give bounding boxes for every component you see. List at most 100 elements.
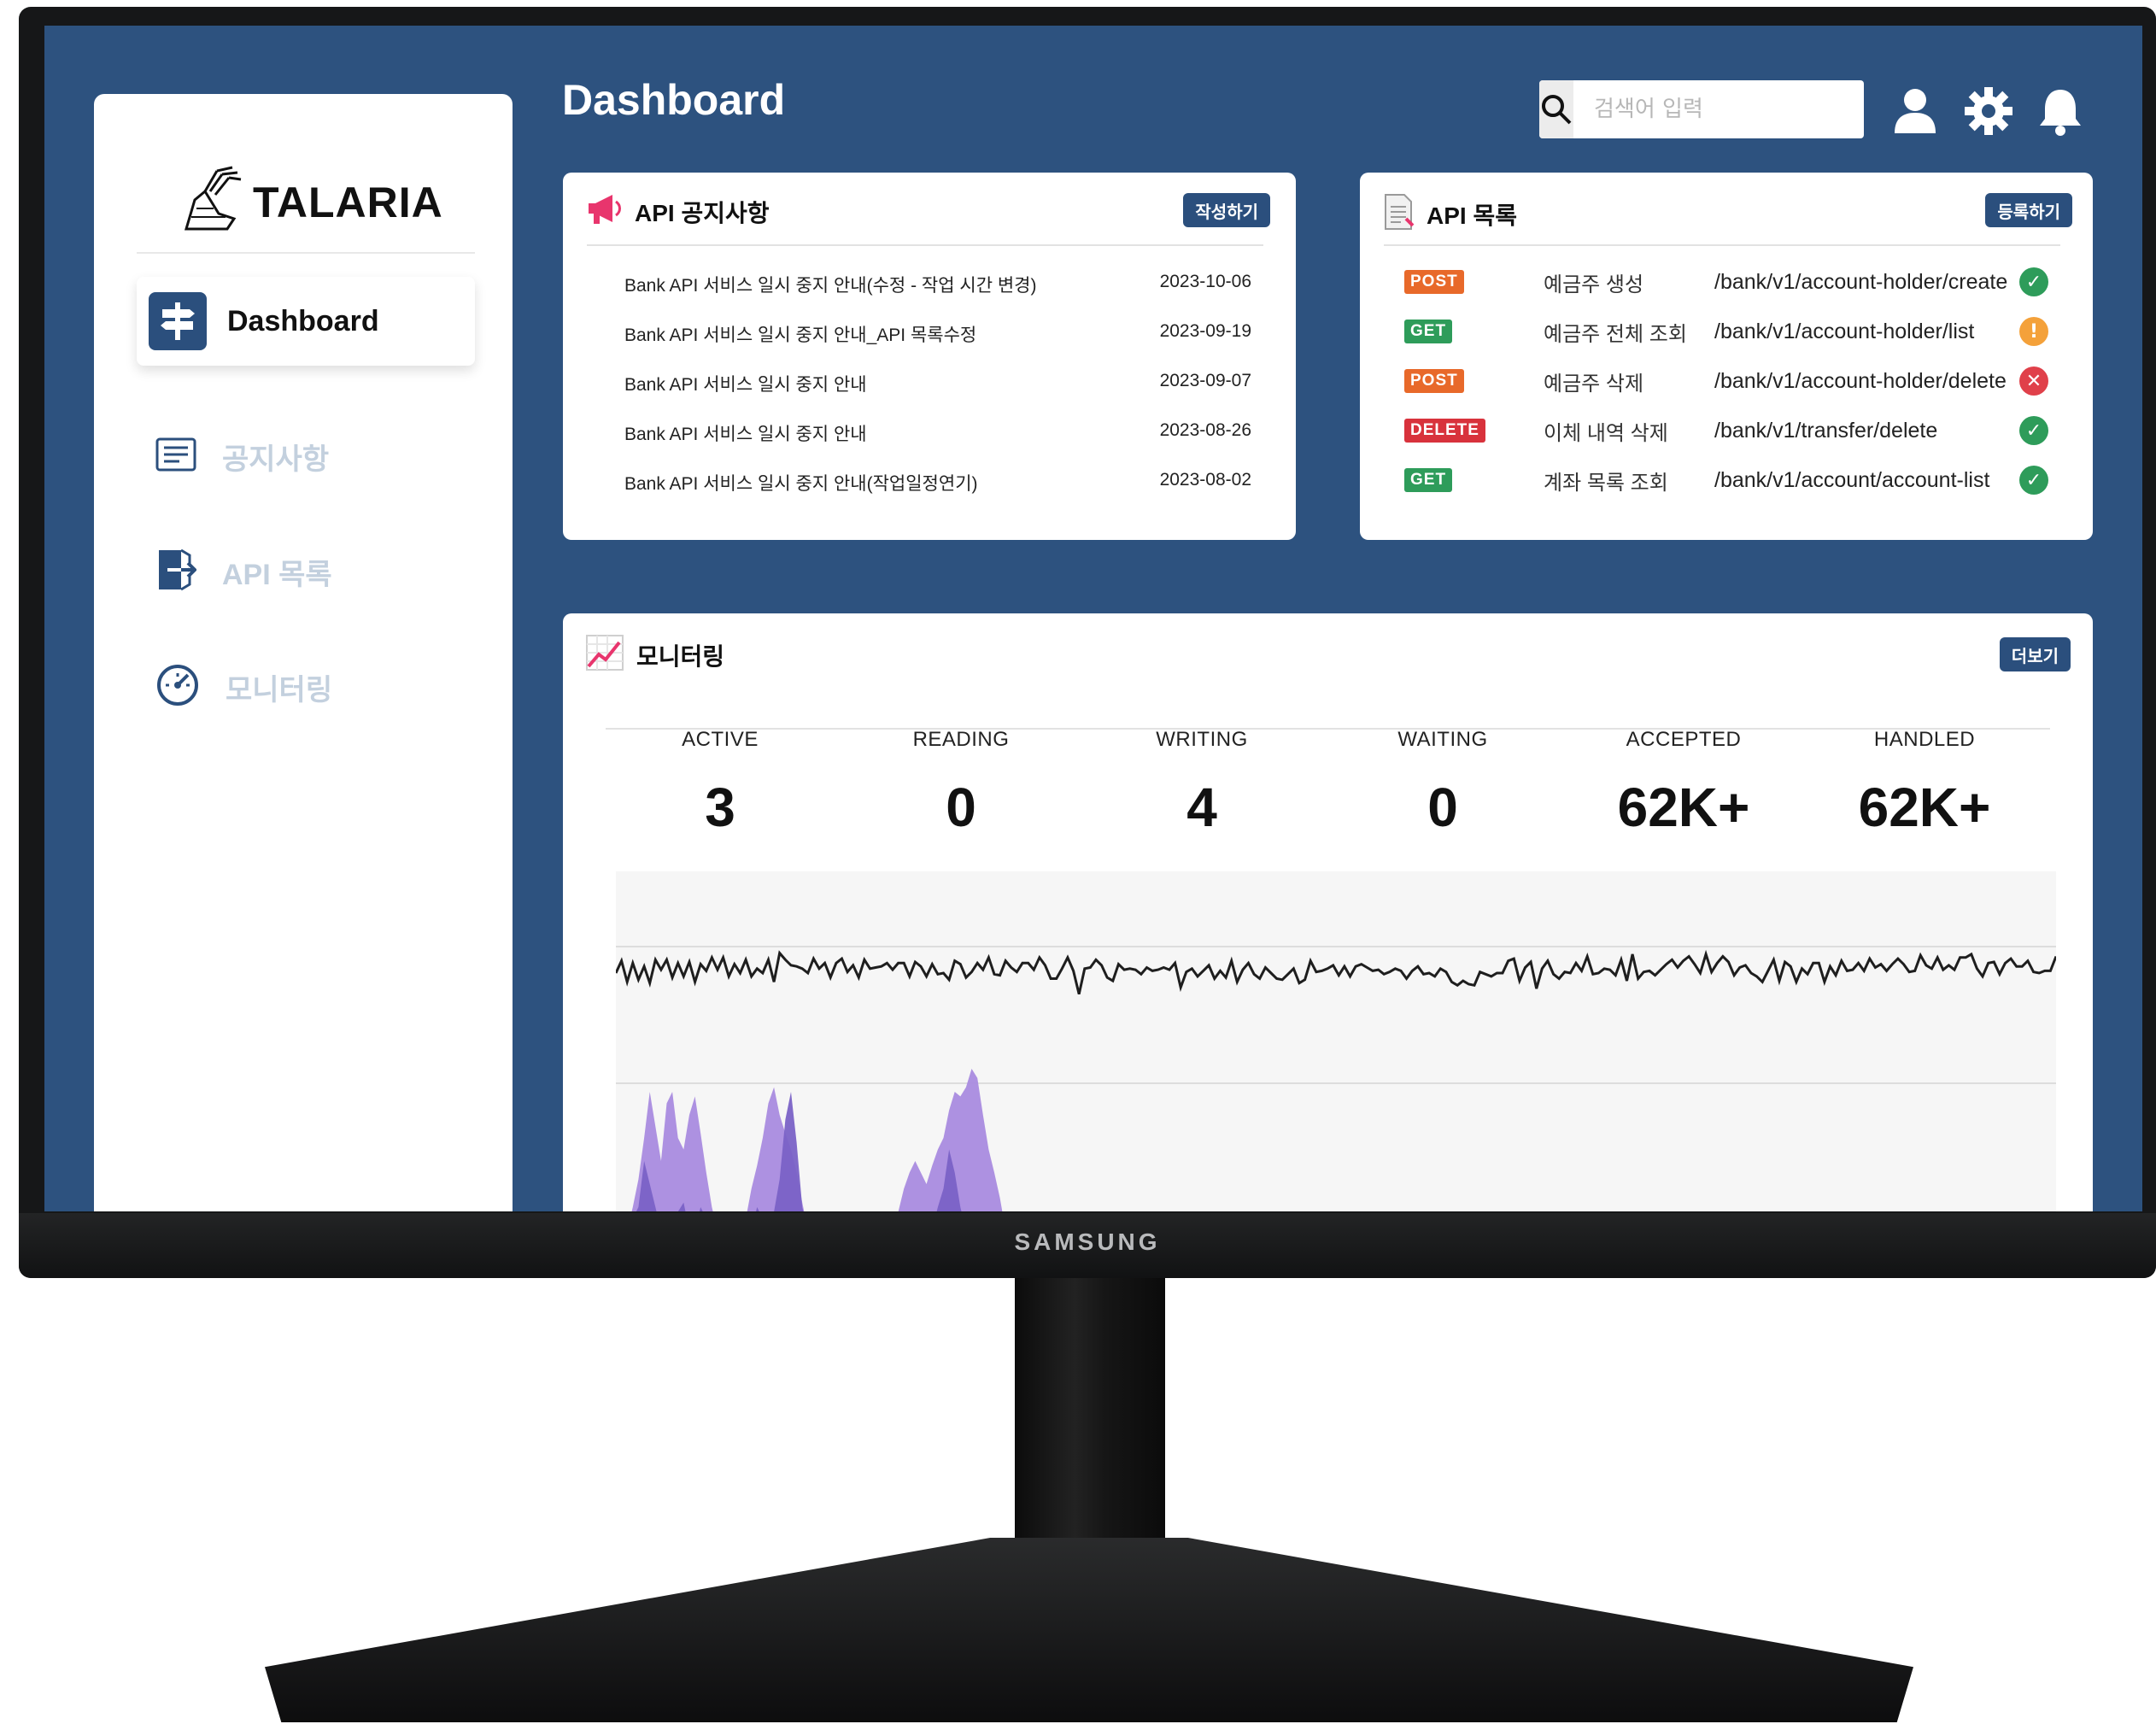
notice-title: Bank API 서비스 일시 중지 안내 [624,425,867,444]
write-notice-button[interactable]: 작성하기 [1183,193,1270,227]
sidebar-item-notices[interactable]: 공지사항 [155,436,329,478]
api-name: 계좌 목록 조회 [1544,471,1668,495]
stat-value: 4 [1186,777,1217,838]
api-name: 예금주 생성 [1544,273,1644,296]
area-series-dark [636,1092,962,1211]
area-series-light [631,1069,1003,1211]
search-bar [1539,80,1871,138]
stat-value: 0 [1427,777,1458,838]
chart-trend-icon [585,634,624,676]
gear-icon[interactable] [1963,85,2014,137]
notice-row[interactable]: Bank API 서비스 일시 중지 안내_API 목록수정 2023-09-19 [624,321,1251,347]
stat-label: WRITING [1156,728,1248,751]
notice-date: 2023-08-26 [1159,420,1251,440]
page-title: Dashboard [562,76,786,124]
search-icon[interactable] [1539,80,1573,138]
stat-label: WAITING [1397,728,1488,751]
winged-shoe-icon [179,166,244,238]
status-error-icon: ✕ [2019,366,2048,396]
logo[interactable]: TALARIA [179,166,443,238]
signpost-icon [149,292,207,350]
sidebar-item-dashboard[interactable]: Dashboard [137,277,475,366]
notice-title: Bank API 서비스 일시 중지 안내_API 목록수정 [624,325,977,345]
register-api-button[interactable]: 등록하기 [1985,193,2072,227]
api-path: /bank/v1/account/account-list [1714,467,1990,492]
sidebar: TALARIA Dashboard 공지사항 API 목록 모니터링 [94,94,513,1211]
monitoring-card: 모니터링 더보기 ACTIVE 3 READING 0 WRITING 4 WAITING 0… [563,613,2093,1211]
logo-text: TALARIA [253,178,443,226]
sidebar-item-label: 모니터링 [226,674,333,707]
sidebar-item-api-list[interactable]: API 목록 [155,547,332,597]
stat-accepted: ACCEPTED 62K+ [1590,728,1778,839]
api-list-card-header: API 목록 [1382,193,1517,235]
line-series [614,949,2058,995]
api-row[interactable]: GET 예금주 전체 조회/bank/v1/account-holder/list… [1404,314,2050,349]
sidebar-item-label: API 목록 [222,559,332,591]
method-badge: DELETE [1404,419,1485,443]
search-input[interactable] [1573,80,1871,138]
monitor-brand-logo: SAMSUNG [1014,1228,1161,1255]
method-badge: POST [1404,369,1464,393]
bell-icon[interactable] [2035,85,2086,137]
megaphone-icon [585,193,623,230]
monitoring-card-header: 모니터링 [585,634,724,676]
stat-label: ACTIVE [682,728,759,751]
stat-reading: READING 0 [867,728,1055,839]
api-path: /bank/v1/account-holder/delete [1714,368,2007,393]
stat-waiting: WAITING 0 [1349,728,1537,839]
monitor-base [265,1538,1913,1722]
notices-card: API 공지사항 작성하기 Bank API 서비스 일시 중지 안내(수정 -… [563,173,1296,540]
app-screen: TALARIA Dashboard 공지사항 API 목록 모니터링 Dashb… [44,26,2142,1211]
method-badge: GET [1404,320,1453,343]
monitor-neck [1015,1278,1165,1565]
api-path: /bank/v1/account-holder/list [1714,319,1975,343]
notices-card-header: API 공지사항 [585,193,770,230]
stat-writing: WRITING 4 [1108,728,1296,839]
more-button[interactable]: 더보기 [1999,637,2071,671]
stat-label: ACCEPTED [1626,728,1742,751]
stat-value: 62K+ [1617,777,1750,838]
status-warn-icon: ! [2019,317,2048,346]
api-row[interactable]: GET 계좌 목록 조회/bank/v1/account/account-list… [1404,463,2050,497]
notice-row[interactable]: Bank API 서비스 일시 중지 안내 2023-09-07 [624,371,1251,396]
api-name: 예금주 삭제 [1544,372,1644,396]
status-ok-icon: ✓ [2019,466,2048,495]
card-divider [587,244,1263,246]
door-enter-icon [155,547,197,597]
user-icon[interactable] [1889,85,1941,137]
api-list-card: API 목록 등록하기 POST 예금주 생성/bank/v1/account-h… [1360,173,2093,540]
stat-value: 0 [946,777,976,838]
notice-title: Bank API 서비스 일시 중지 안내(작업일정연기) [624,474,978,494]
sidebar-item-label: 공지사항 [222,443,330,476]
method-badge: POST [1404,270,1464,294]
sidebar-item-label: Dashboard [227,304,379,337]
method-badge: GET [1404,468,1453,492]
monitor-chin: SAMSUNG [19,1213,2156,1278]
api-row[interactable]: POST 예금주 삭제/bank/v1/account-holder/delete… [1404,364,2050,398]
notice-date: 2023-10-06 [1159,272,1251,291]
traffic-chart-svg [614,946,2058,1211]
notice-date: 2023-08-02 [1159,470,1251,490]
notices-title: API 공지사항 [635,199,770,226]
gauge-icon [155,663,200,712]
sidebar-divider [137,252,475,254]
notice-row[interactable]: Bank API 서비스 일시 중지 안내 2023-08-26 [624,420,1251,446]
traffic-chart [614,871,2058,1211]
stat-label: READING [912,728,1010,751]
api-row[interactable]: DELETE 이체 내역 삭제/bank/v1/transfer/delete ✓ [1404,413,2050,448]
notice-title: Bank API 서비스 일시 중지 안내 [624,375,867,395]
api-list-title: API 목록 [1427,202,1517,229]
notice-row[interactable]: Bank API 서비스 일시 중지 안내(수정 - 작업 시간 변경) 2023… [624,272,1251,297]
api-row[interactable]: POST 예금주 생성/bank/v1/account-holder/create… [1404,265,2050,299]
stat-label: HANDLED [1873,728,1976,751]
notice-date: 2023-09-19 [1159,321,1251,341]
notice-row[interactable]: Bank API 서비스 일시 중지 안내(작업일정연기) 2023-08-02 [624,470,1251,496]
api-name: 예금주 전체 조회 [1544,322,1687,346]
sidebar-item-monitoring[interactable]: 모니터링 [155,663,332,712]
monitoring-title: 모니터링 [636,642,725,670]
api-path: /bank/v1/transfer/delete [1714,418,1938,443]
stat-value: 62K+ [1858,777,1991,838]
status-ok-icon: ✓ [2019,267,2048,296]
stat-handled: HANDLED 62K+ [1831,728,2018,839]
card-divider [1384,244,2060,246]
